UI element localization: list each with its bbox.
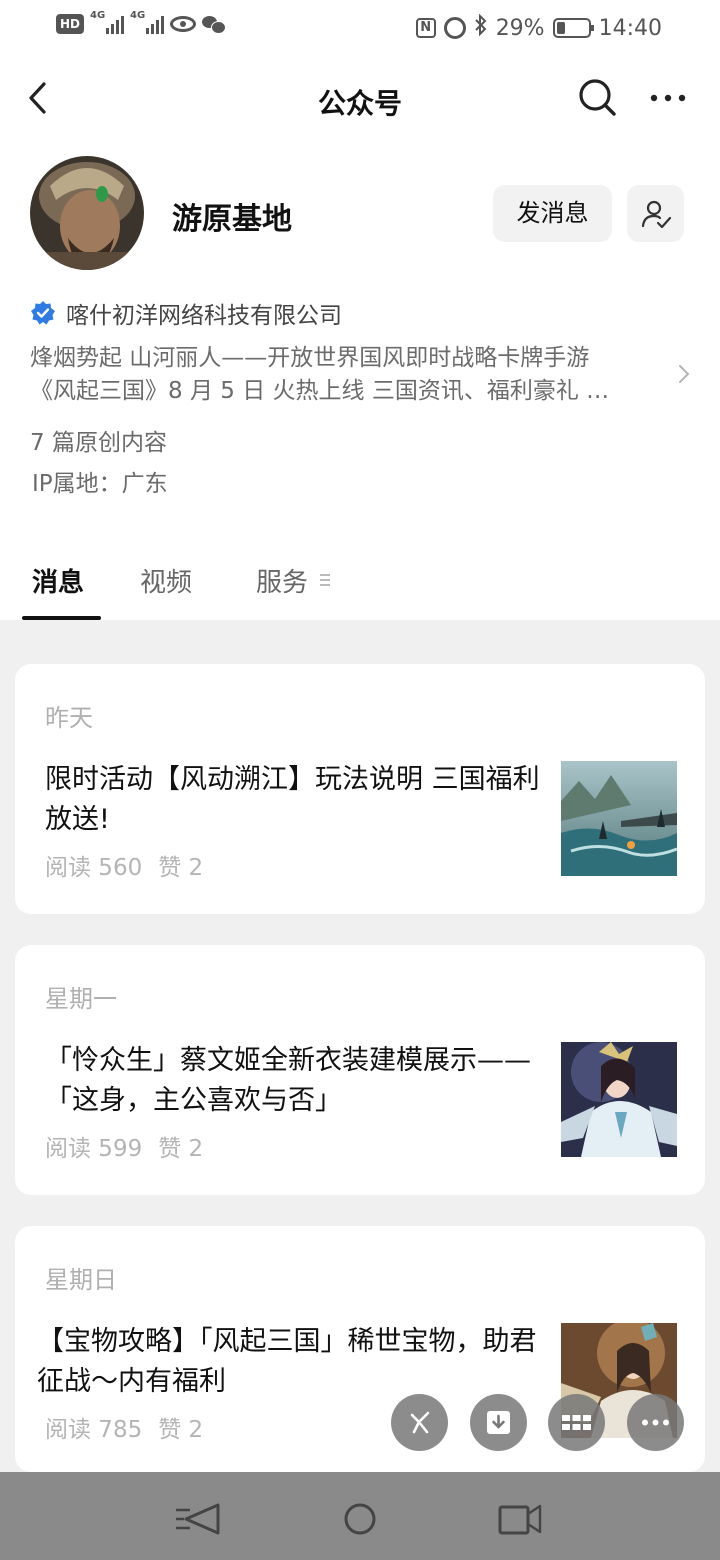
battery-icon xyxy=(552,18,594,38)
mini-program-icon xyxy=(410,1411,430,1434)
account-description[interactable]: 烽烟势起 山河丽人——开放世界国风即时战略卡牌手游 《风起三国》8 月 5 日 … xyxy=(30,342,650,408)
user-check-icon xyxy=(641,200,672,229)
verified-row: 喀什初洋网络科技有限公司 xyxy=(30,296,342,330)
like-count: 赞 2 xyxy=(158,855,204,881)
verified-badge-icon xyxy=(31,301,55,325)
read-count: 阅读 599 xyxy=(45,1136,143,1162)
signal-sim1-icon: 4G xyxy=(90,10,125,34)
active-tab-indicator xyxy=(22,616,101,620)
like-count: 赞 2 xyxy=(158,1417,204,1443)
eye-comfort-icon xyxy=(170,16,197,32)
article-stats: 阅读 785 赞 2 xyxy=(45,1410,219,1444)
menu-lines-icon[interactable] xyxy=(320,572,332,588)
grid-button[interactable] xyxy=(548,1394,605,1451)
read-count: 阅读 560 xyxy=(45,855,143,881)
article-card[interactable]: 星期一 「怜众生」蔡文姬全新衣装建模展示——「这身，主公喜欢与否」 阅读 599… xyxy=(15,945,705,1195)
article-stats: 阅读 599 赞 2 xyxy=(45,1129,219,1163)
status-bar: HD 4G 4G N 29% 14:40 xyxy=(0,0,720,56)
recents-square-icon[interactable] xyxy=(498,1502,544,1536)
ip-location: IP属地：广东 xyxy=(32,471,168,497)
wechat-notification-icon xyxy=(202,14,227,34)
article-date: 昨天 xyxy=(45,704,93,732)
read-count: 阅读 785 xyxy=(45,1417,143,1443)
account-avatar[interactable] xyxy=(30,156,144,270)
chevron-right-icon[interactable] xyxy=(676,362,692,386)
sim2-label: 4G xyxy=(130,10,146,21)
tab-services[interactable]: 服务 xyxy=(256,562,308,599)
article-date: 星期一 xyxy=(45,985,117,1013)
search-icon[interactable] xyxy=(576,76,618,118)
home-circle-icon[interactable] xyxy=(342,1502,378,1536)
battery-percent: 29% xyxy=(495,15,545,41)
more-dots-icon xyxy=(642,1419,669,1426)
bluetooth-icon xyxy=(474,13,488,42)
follow-button[interactable] xyxy=(627,185,684,242)
download-button[interactable] xyxy=(470,1394,527,1451)
article-thumbnail[interactable] xyxy=(561,1042,677,1157)
nav-bar: 公众号 xyxy=(0,56,720,142)
description-line-2: 《风起三国》8 月 5 日 火热上线 三国资讯、福利豪礼 … xyxy=(30,378,610,404)
article-stats: 阅读 560 赞 2 xyxy=(45,848,219,882)
nfc-icon: N xyxy=(415,18,436,38)
article-title[interactable]: 「怜众生」蔡文姬全新衣装建模展示——「这身，主公喜欢与否」 xyxy=(45,1041,545,1121)
article-date: 星期日 xyxy=(45,1266,117,1294)
account-name: 游原基地 xyxy=(172,202,292,237)
like-count: 赞 2 xyxy=(158,1136,204,1162)
company-name: 喀什初洋网络科技有限公司 xyxy=(66,303,342,329)
status-right: N 29% 14:40 xyxy=(415,13,662,42)
clock: 14:40 xyxy=(598,15,662,41)
back-triangle-icon[interactable] xyxy=(174,1502,222,1536)
grid-icon xyxy=(562,1415,591,1430)
sim1-label: 4G xyxy=(90,10,106,21)
article-card[interactable]: 昨天 限时活动【风动溯江】玩法说明 三国福利放送! 阅读 560 赞 2 xyxy=(15,664,705,914)
original-count: 7 篇原创内容 xyxy=(30,430,167,456)
article-title[interactable]: 【宝物攻略】「风起三国」稀世宝物，助君征战～内有福利 xyxy=(37,1322,557,1402)
tab-messages[interactable]: 消息 xyxy=(32,562,84,599)
send-message-button[interactable]: 发消息 xyxy=(493,185,612,242)
alarm-icon xyxy=(443,17,466,39)
more-dots-icon[interactable] xyxy=(646,78,690,118)
mini-program-button[interactable] xyxy=(391,1394,448,1451)
system-nav-bar xyxy=(0,1472,720,1560)
description-line-1: 烽烟势起 山河丽人——开放世界国风即时战略卡牌手游 xyxy=(30,345,590,371)
tab-bar: 消息 视频 服务 xyxy=(0,540,720,620)
more-options-button[interactable] xyxy=(627,1394,684,1451)
status-left: HD 4G 4G xyxy=(56,10,227,34)
download-icon xyxy=(487,1411,510,1434)
article-thumbnail[interactable] xyxy=(561,761,677,876)
battery-level xyxy=(556,22,566,34)
tab-videos[interactable]: 视频 xyxy=(140,562,192,599)
signal-sim2-icon: 4G xyxy=(130,10,165,34)
article-title[interactable]: 限时活动【风动溯江】玩法说明 三国福利放送! xyxy=(45,760,545,840)
hd-badge: HD xyxy=(56,14,85,34)
